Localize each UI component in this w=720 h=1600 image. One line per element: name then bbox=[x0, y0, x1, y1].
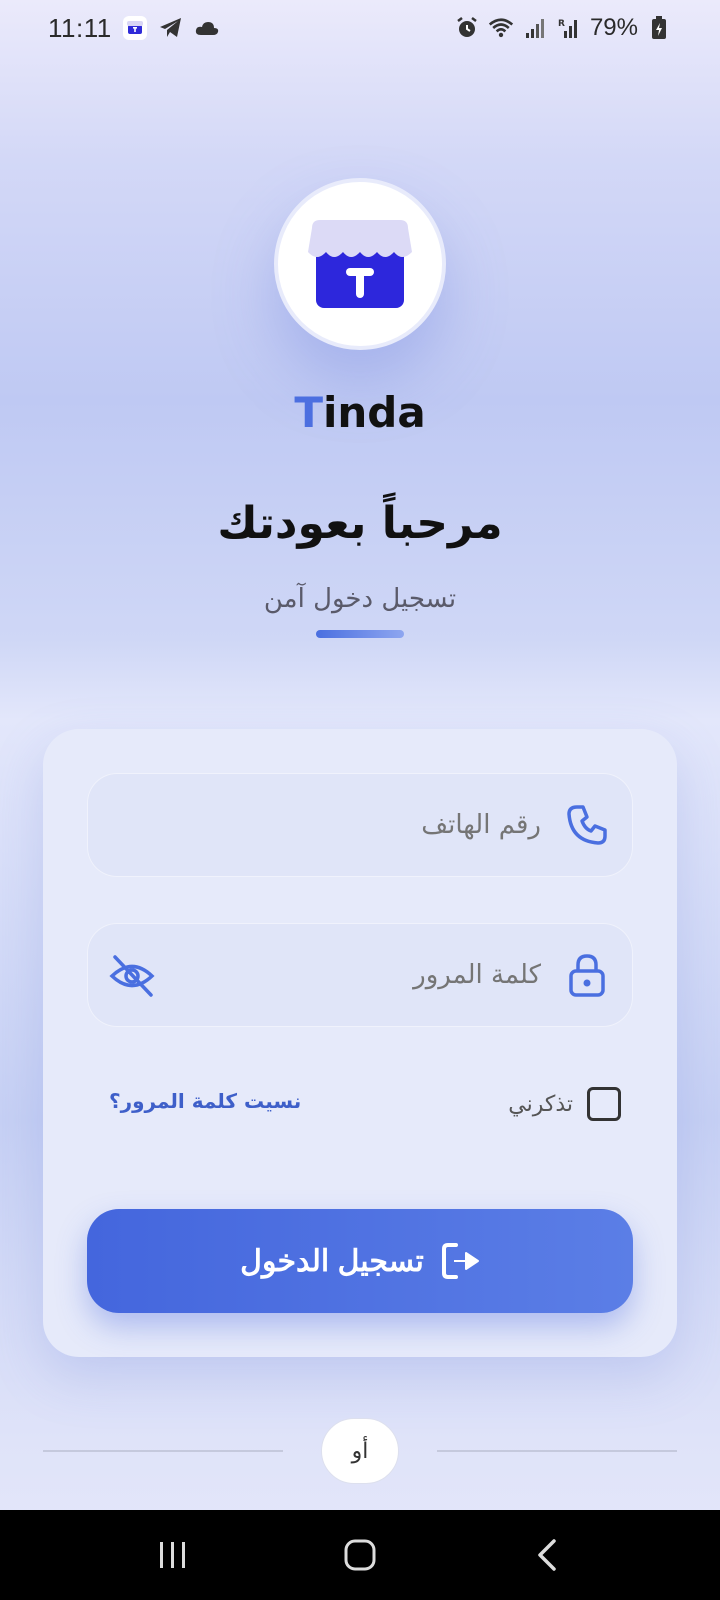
brand-initial: T bbox=[294, 388, 323, 437]
remember-me[interactable]: تذكرني bbox=[508, 1087, 621, 1121]
phone-icon bbox=[567, 805, 607, 845]
brand-name: Tinda bbox=[0, 388, 720, 437]
lock-icon bbox=[569, 954, 605, 997]
app-logo bbox=[274, 178, 446, 350]
remember-checkbox[interactable] bbox=[587, 1087, 621, 1121]
telegram-icon bbox=[158, 15, 184, 41]
signal-roaming-icon: R bbox=[556, 15, 582, 41]
recents-icon[interactable] bbox=[143, 1525, 203, 1585]
status-bar: 11:11 R 79% bbox=[0, 0, 720, 56]
login-label: تسجيل الدخول bbox=[240, 1244, 424, 1278]
back-icon[interactable] bbox=[517, 1525, 577, 1585]
phone-field[interactable] bbox=[87, 773, 633, 877]
page-title: مرحباً بعودتك bbox=[217, 498, 503, 549]
password-input[interactable] bbox=[181, 923, 541, 1027]
system-nav-bar bbox=[0, 1510, 720, 1600]
store-icon bbox=[308, 220, 412, 308]
forgot-password-link[interactable]: نسيت كلمة المرور؟ bbox=[109, 1089, 301, 1113]
title-underline bbox=[316, 630, 404, 638]
or-badge: أو bbox=[321, 1418, 399, 1484]
phone-input[interactable] bbox=[181, 773, 541, 877]
status-left: 11:11 bbox=[48, 13, 220, 44]
eye-off-icon[interactable] bbox=[109, 953, 155, 999]
divider-left bbox=[43, 1450, 283, 1452]
password-field[interactable] bbox=[87, 923, 633, 1027]
cloud-icon bbox=[194, 15, 220, 41]
status-time: 11:11 bbox=[48, 12, 112, 43]
login-button[interactable]: تسجيل الدخول bbox=[87, 1209, 633, 1313]
tinda-app-icon bbox=[122, 15, 148, 41]
home-icon[interactable] bbox=[330, 1525, 390, 1585]
svg-text:R: R bbox=[558, 19, 565, 29]
login-icon bbox=[441, 1243, 479, 1279]
battery-charging-icon bbox=[646, 15, 672, 41]
battery-percent: 79% bbox=[589, 14, 638, 41]
signal-icon bbox=[522, 15, 548, 41]
divider-right bbox=[437, 1450, 677, 1452]
brand-rest: inda bbox=[322, 388, 426, 437]
alarm-icon bbox=[454, 15, 480, 41]
remember-label: تذكرني bbox=[508, 1091, 573, 1117]
status-right: R 79% bbox=[454, 14, 672, 42]
login-card: تذكرني نسيت كلمة المرور؟ تسجيل الدخول bbox=[43, 729, 677, 1357]
wifi-icon bbox=[488, 15, 514, 41]
page-subtitle: تسجيل دخول آمن bbox=[263, 584, 457, 614]
